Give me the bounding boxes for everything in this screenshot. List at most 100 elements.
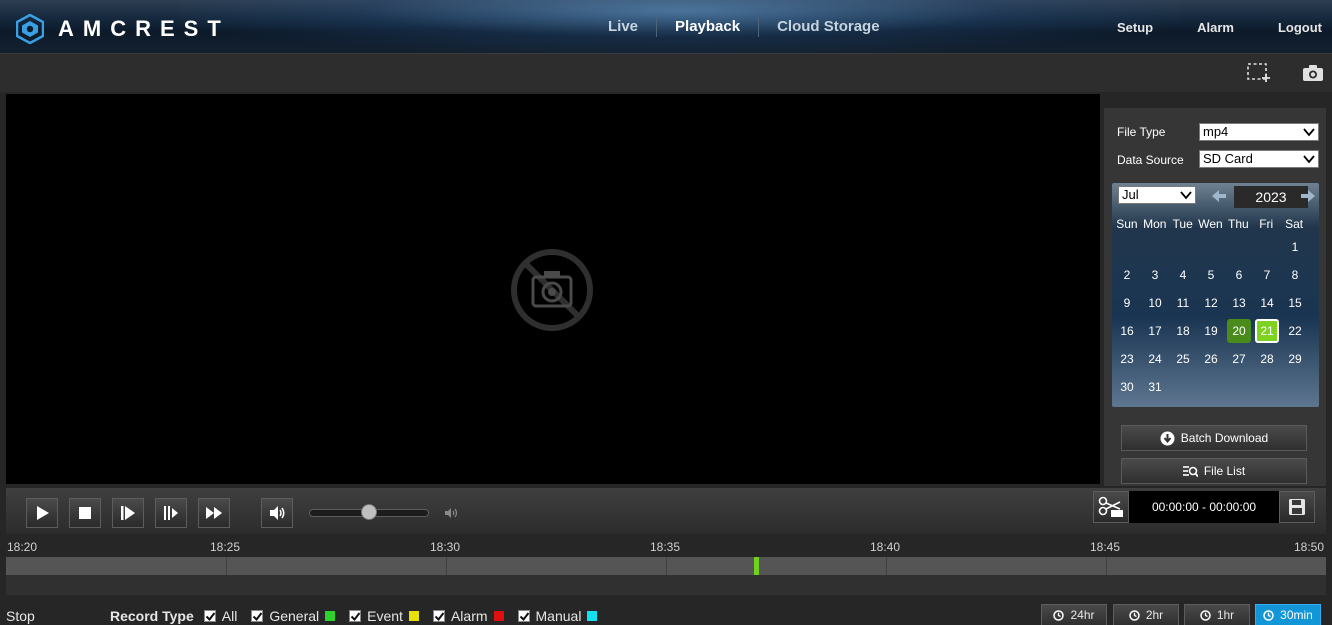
- save-clip-button[interactable]: [1279, 491, 1315, 523]
- playback-status: Stop: [6, 608, 35, 624]
- calendar-day[interactable]: 1: [1281, 233, 1309, 261]
- record-type-list: All General Event Alarm Manual: [203, 608, 612, 624]
- record-type-all[interactable]: All: [203, 608, 237, 624]
- calendar-day[interactable]: 14: [1253, 289, 1281, 317]
- calendar-day[interactable]: 27: [1225, 345, 1253, 373]
- calendar-day[interactable]: 22: [1281, 317, 1309, 345]
- record-type-label: Manual: [535, 608, 582, 624]
- timeline-label: 18:35: [650, 540, 681, 554]
- data-source-select[interactable]: SD Card: [1199, 150, 1319, 168]
- calendar-day-number: 10: [1148, 296, 1162, 310]
- nav-live[interactable]: Live: [590, 17, 656, 37]
- calendar-day[interactable]: 30: [1113, 373, 1141, 401]
- calendar-day[interactable]: 31: [1141, 373, 1169, 401]
- slow-play-icon: [164, 506, 178, 520]
- arrow-right-icon[interactable]: [1301, 190, 1315, 202]
- calendar-day-number: 18: [1176, 324, 1190, 338]
- play-button[interactable]: [26, 498, 58, 528]
- fast-forward-button[interactable]: [198, 498, 230, 528]
- volume-button[interactable]: [261, 498, 293, 528]
- weekday-label: Tue: [1172, 217, 1193, 231]
- timeline-label: 18:45: [1090, 540, 1121, 554]
- calendar-day[interactable]: 2: [1113, 261, 1141, 289]
- nav-alarm[interactable]: Alarm: [1197, 20, 1234, 35]
- calendar-day[interactable]: 28: [1253, 345, 1281, 373]
- timeline-tick: [666, 557, 667, 575]
- calendar-day[interactable]: 26: [1197, 345, 1225, 373]
- calendar-day[interactable]: 10: [1141, 289, 1169, 317]
- arrow-left-icon[interactable]: [1212, 190, 1226, 202]
- calendar-day[interactable]: 8: [1281, 261, 1309, 289]
- slow-play-button[interactable]: [155, 498, 187, 528]
- record-type-alarm[interactable]: Alarm: [432, 608, 504, 624]
- day-grid: 1 2 3 4 5 6 7 8 9 10 11 12 13 14 15 16 17 18 19 20 21 22 23 24 2…: [1113, 233, 1309, 401]
- volume-slider-handle[interactable]: [361, 504, 377, 520]
- calendar-day-number: 24: [1148, 352, 1162, 366]
- video-player[interactable]: [6, 94, 1100, 484]
- recording-marker[interactable]: [754, 557, 759, 575]
- calendar-day[interactable]: 5: [1197, 261, 1225, 289]
- calendar-day[interactable]: 9: [1113, 289, 1141, 317]
- region-select-icon[interactable]: [1247, 63, 1271, 83]
- calendar-day-number: 11: [1176, 296, 1190, 310]
- calendar-day[interactable]: 21: [1253, 317, 1281, 345]
- zoom-24hr-button[interactable]: 24hr: [1041, 604, 1107, 625]
- calendar-day[interactable]: 13: [1225, 289, 1253, 317]
- calendar-day[interactable]: 17: [1141, 317, 1169, 345]
- file-type-select[interactable]: mp4: [1199, 123, 1319, 141]
- checkbox-checked-icon[interactable]: [203, 610, 216, 622]
- calendar-day[interactable]: 18: [1169, 317, 1197, 345]
- zoom-1hr-button[interactable]: 1hr: [1184, 604, 1250, 625]
- calendar-day[interactable]: 23: [1113, 345, 1141, 373]
- month-select[interactable]: Jul: [1118, 186, 1196, 204]
- calendar-day[interactable]: 20: [1225, 317, 1253, 345]
- calendar-day[interactable]: 6: [1225, 261, 1253, 289]
- weekday-label: Mon: [1143, 217, 1167, 231]
- checkbox-checked-icon[interactable]: [517, 610, 530, 622]
- timeline-track[interactable]: [6, 575, 1326, 595]
- playback-search-panel: File Type mp4 Data Source SD Card Jul 20…: [1104, 108, 1326, 486]
- calendar-day[interactable]: 19: [1197, 317, 1225, 345]
- checkbox-checked-icon[interactable]: [251, 610, 264, 622]
- brand-logo: AMCREST: [16, 14, 230, 44]
- step-play-button[interactable]: [112, 498, 144, 528]
- nav-playback[interactable]: Playback: [657, 17, 758, 37]
- record-type-manual[interactable]: Manual: [517, 608, 598, 624]
- weekday-label: Sun: [1116, 217, 1138, 231]
- nav-setup[interactable]: Setup: [1117, 20, 1153, 35]
- nav-logout[interactable]: Logout: [1278, 20, 1322, 35]
- snapshot-icon[interactable]: [1302, 64, 1324, 82]
- batch-download-button[interactable]: Batch Download: [1121, 425, 1307, 451]
- zoom-30min-button[interactable]: 30min: [1255, 604, 1321, 625]
- timeline-tick: [226, 557, 227, 575]
- timeline-label: 18:40: [870, 540, 901, 554]
- zoom-label: 30min: [1280, 608, 1313, 622]
- calendar-day[interactable]: 3: [1141, 261, 1169, 289]
- record-type-event[interactable]: Event: [349, 608, 419, 624]
- playback-control-bar: 00:00:00 - 00:00:00: [6, 488, 1326, 534]
- calendar-day[interactable]: 4: [1169, 261, 1197, 289]
- zoom-2hr-button[interactable]: 2hr: [1113, 604, 1179, 625]
- calendar-day[interactable]: 15: [1281, 289, 1309, 317]
- nav-cloud-storage[interactable]: Cloud Storage: [759, 17, 898, 37]
- file-list-button[interactable]: File List: [1121, 458, 1307, 484]
- clip-button[interactable]: [1093, 491, 1129, 523]
- calendar-day[interactable]: 29: [1281, 345, 1309, 373]
- calendar-day[interactable]: 12: [1197, 289, 1225, 317]
- stop-button[interactable]: [69, 498, 101, 528]
- timeline-label: 18:30: [430, 540, 461, 554]
- timeline-bar[interactable]: [6, 557, 1326, 575]
- calendar-day[interactable]: 25: [1169, 345, 1197, 373]
- calendar-day[interactable]: 7: [1253, 261, 1281, 289]
- calendar-empty-cell: [1197, 233, 1225, 261]
- record-type-general[interactable]: General: [251, 608, 336, 624]
- calendar-day[interactable]: 16: [1113, 317, 1141, 345]
- calendar-empty-cell: [1141, 233, 1169, 261]
- calendar-day[interactable]: 11: [1169, 289, 1197, 317]
- checkbox-checked-icon[interactable]: [432, 610, 445, 622]
- calendar-day-number: 16: [1120, 324, 1134, 338]
- calendar-day[interactable]: 24: [1141, 345, 1169, 373]
- calendar-empty-cell: [1253, 233, 1281, 261]
- amcrest-logo-icon: [16, 14, 44, 44]
- checkbox-checked-icon[interactable]: [349, 610, 362, 622]
